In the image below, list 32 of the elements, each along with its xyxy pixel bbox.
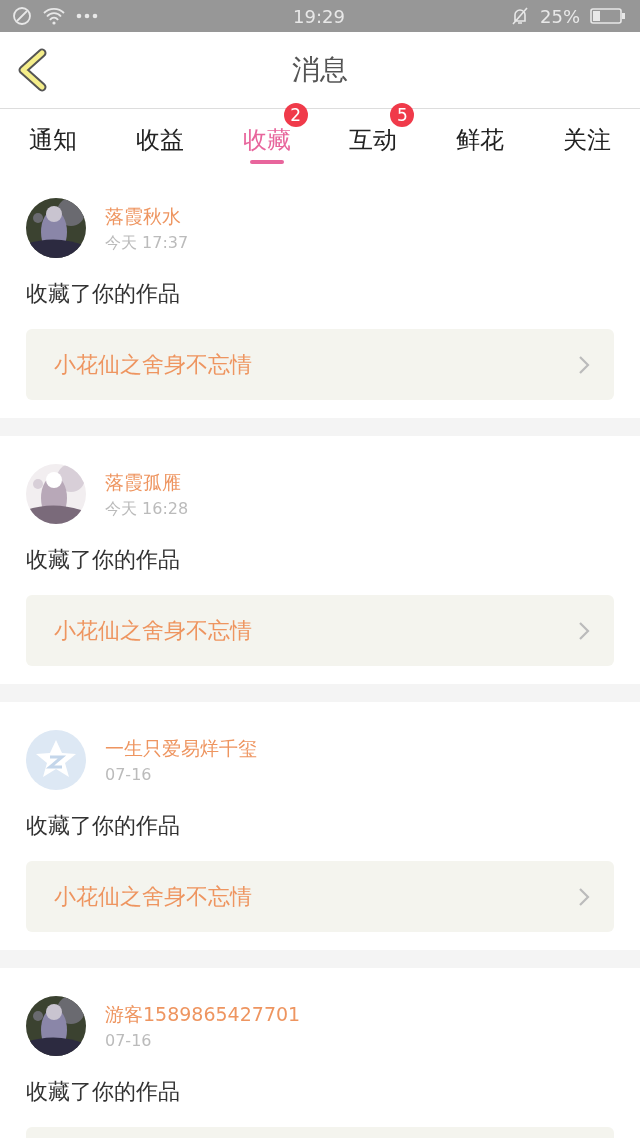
tab[interactable]: 关注 bbox=[562, 124, 611, 155]
activity-text: 收藏了你的作品 bbox=[26, 812, 181, 840]
tab[interactable]: 鲜花 bbox=[456, 124, 504, 155]
user-name: 游客1589865427701 bbox=[105, 1002, 301, 1026]
user-name: 落霞秋水 bbox=[105, 204, 182, 228]
more-icon bbox=[76, 13, 98, 19]
activity-text: 收藏了你的作品 bbox=[26, 546, 181, 574]
bell-off-icon bbox=[510, 6, 530, 26]
timestamp: 07-16 bbox=[105, 1030, 153, 1052]
activity-text: 收藏了你的作品 bbox=[26, 1078, 181, 1106]
page-title: 消息 bbox=[292, 52, 348, 88]
timestamp: 今天 16:28 bbox=[105, 498, 189, 520]
clock-time: 19:29 bbox=[293, 5, 345, 27]
wifi-icon bbox=[42, 7, 66, 25]
count-badge: 2 bbox=[283, 103, 308, 127]
battery-percent: 25% bbox=[540, 5, 580, 27]
chevron-right-icon bbox=[578, 354, 590, 375]
timestamp: 07-16 bbox=[105, 764, 153, 786]
timestamp: 今天 17:37 bbox=[105, 232, 189, 254]
chevron-right-icon bbox=[578, 620, 590, 641]
tab[interactable]: 通知 bbox=[29, 124, 78, 155]
do-not-disturb-icon bbox=[12, 6, 32, 26]
active-tab-indicator bbox=[249, 160, 284, 164]
user-name: 一生只爱易烊千玺 bbox=[105, 736, 257, 760]
activity-text: 收藏了你的作品 bbox=[26, 280, 181, 308]
default-avatar-icon bbox=[26, 730, 86, 790]
tab[interactable]: 收益 bbox=[136, 124, 184, 155]
chevron-right-icon bbox=[578, 886, 590, 907]
user-name: 落霞孤雁 bbox=[105, 470, 182, 494]
battery-icon bbox=[590, 7, 626, 25]
tab[interactable]: 互动 bbox=[349, 124, 398, 155]
count-badge: 5 bbox=[390, 103, 415, 127]
